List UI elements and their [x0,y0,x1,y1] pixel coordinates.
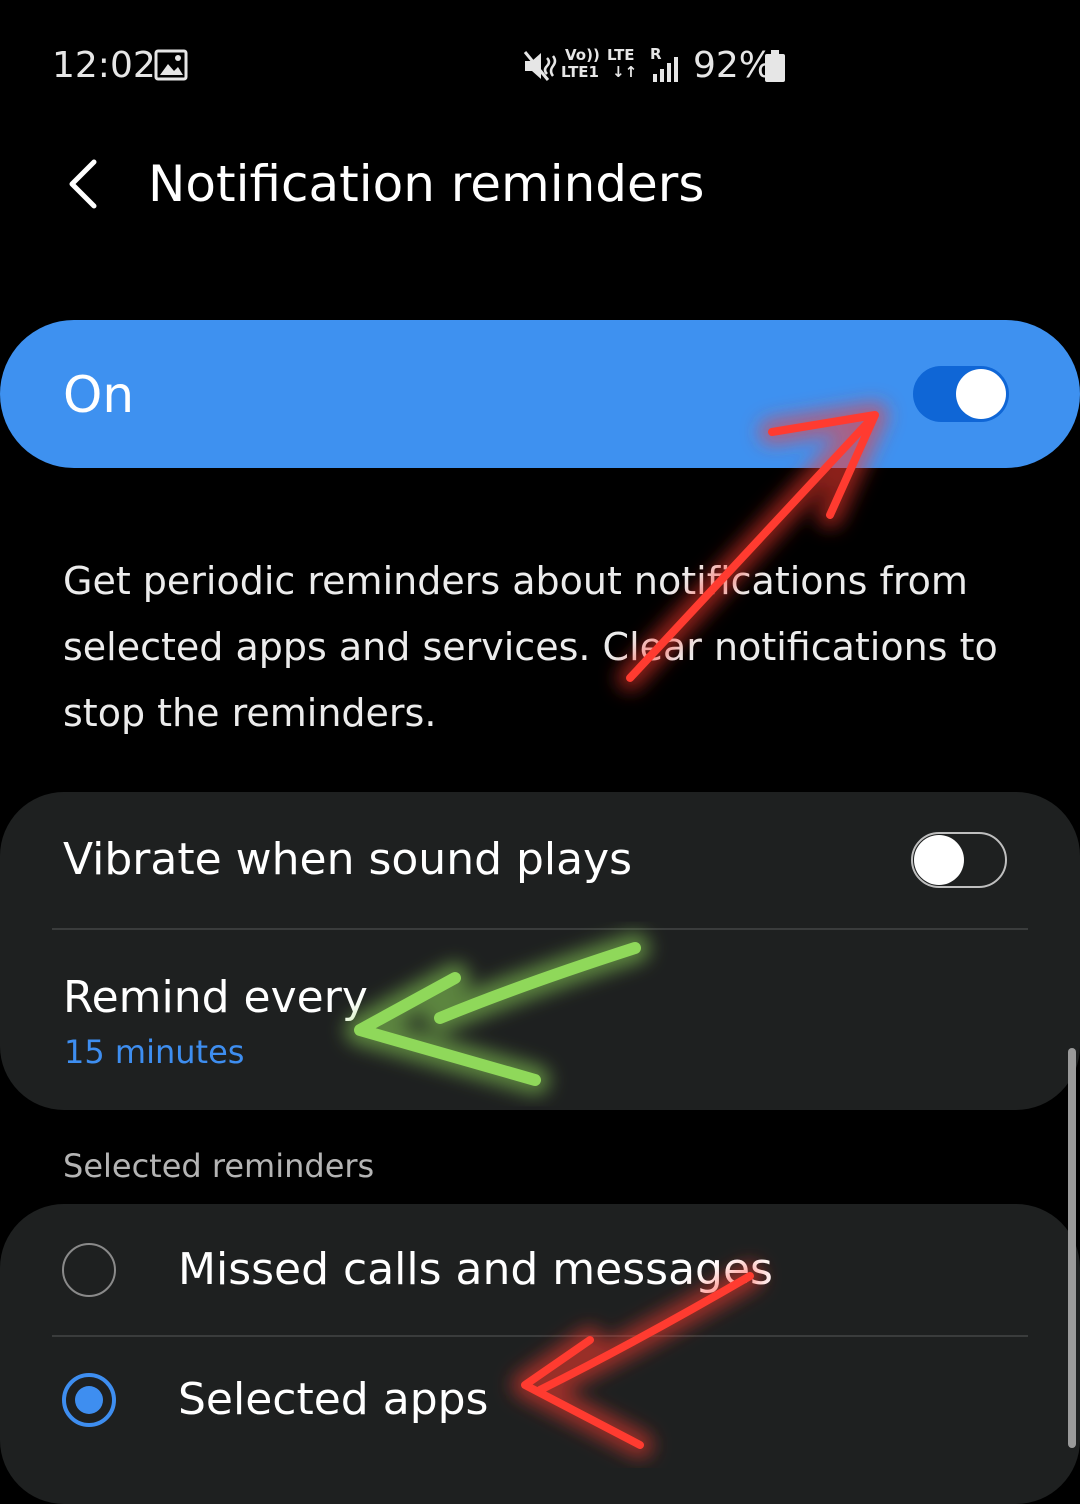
lte-indicator: LTE [607,46,635,64]
section-header: Selected reminders [63,1147,375,1185]
vibrate-toggle[interactable] [911,832,1007,888]
data-activity-arrows: ↓↑ [612,63,638,81]
divider [52,928,1028,930]
volte-indicator: Vo)) [565,46,600,64]
radio-selected-apps[interactable] [62,1373,116,1427]
mute-icon [523,51,557,81]
radio-dot [75,1386,103,1414]
signal-icon [653,57,678,82]
selected-apps-label[interactable]: Selected apps [178,1370,488,1430]
battery-percent: 92% [693,45,774,86]
scrollbar[interactable] [1068,1048,1076,1448]
status-time: 12:02 [52,45,156,86]
page-title: Notification reminders [148,155,705,213]
divider [52,1335,1028,1337]
vibrate-setting-label[interactable]: Vibrate when sound plays [63,830,632,890]
remind-every-value: 15 minutes [64,1033,245,1071]
missed-calls-label[interactable]: Missed calls and messages [178,1240,773,1300]
remind-every-label[interactable]: Remind every [63,968,368,1028]
description-text: Get periodic reminders about notificatio… [63,559,998,735]
chevron-left-icon[interactable] [58,156,114,212]
radio-missed-calls[interactable] [62,1243,116,1297]
battery-icon [765,50,785,82]
master-toggle[interactable] [913,366,1009,422]
toggle-knob [956,369,1006,419]
master-switch-label: On [63,366,135,424]
toggle-knob [914,835,964,885]
lte1-indicator: LTE1 [561,63,599,81]
gallery-icon [154,49,188,81]
